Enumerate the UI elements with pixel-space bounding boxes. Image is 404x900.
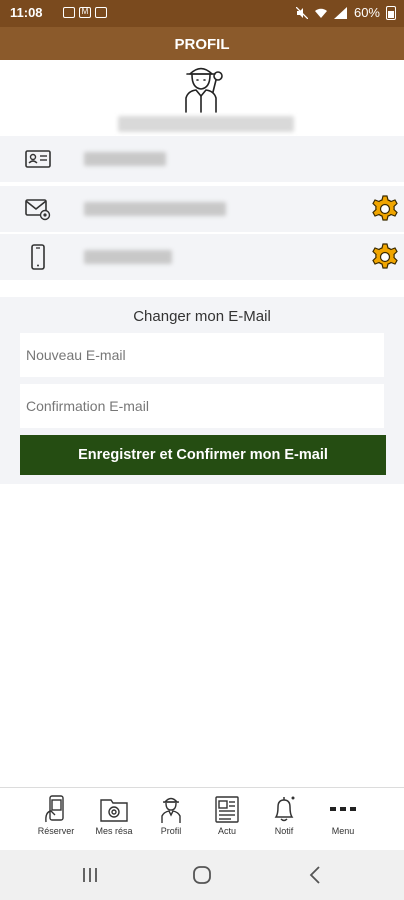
email-settings-gear-icon[interactable] <box>370 194 400 224</box>
recent-apps-icon[interactable] <box>75 864 105 886</box>
mute-icon <box>295 6 308 19</box>
nav-label-profil: Profil <box>160 826 182 836</box>
email-value <box>84 202 226 216</box>
notification-icons: M <box>63 7 107 18</box>
nav-label-reserver: Réserver <box>37 826 75 836</box>
app-icon <box>95 7 107 18</box>
reservations-icon <box>100 799 128 822</box>
phone-booking-icon <box>45 795 64 823</box>
more-dots-icon <box>330 807 356 811</box>
system-nav-bar <box>0 850 404 900</box>
id-card-icon <box>25 150 51 168</box>
home-icon[interactable] <box>187 864 217 886</box>
nav-label-actu: Actu <box>217 826 236 836</box>
person-avatar-icon <box>185 67 223 113</box>
phone-settings-gear-icon[interactable] <box>370 242 400 272</box>
new-email-input[interactable] <box>20 333 384 377</box>
nav-label-notif: Notif <box>274 826 294 836</box>
page-title: PROFIL <box>0 27 404 60</box>
battery-icon <box>386 5 396 20</box>
change-email-panel: Changer mon E-Mail Enregistrer et Confir… <box>0 297 404 484</box>
change-email-title: Changer mon E-Mail <box>133 308 271 325</box>
battery-percent: 60% <box>353 5 380 20</box>
back-icon[interactable] <box>300 864 330 886</box>
bell-icon <box>274 796 295 822</box>
status-time: 11:08 <box>10 5 43 20</box>
nav-item-mes-resa[interactable]: Mes résa <box>86 794 142 846</box>
nav-label-mes-resa: Mes résa <box>95 826 133 836</box>
info-row-id <box>0 136 404 182</box>
nav-item-notif[interactable]: Notif <box>256 794 312 846</box>
nav-item-profil[interactable]: Profil <box>143 794 199 846</box>
system-status: 60% <box>295 5 396 20</box>
newspaper-icon <box>215 796 239 823</box>
gallery-icon <box>63 7 75 18</box>
nav-item-menu[interactable]: Menu <box>315 794 371 846</box>
profile-icon <box>161 797 181 823</box>
mail-icon: M <box>79 7 91 18</box>
wifi-icon <box>314 8 327 18</box>
save-confirm-email-button[interactable]: Enregistrer et Confirmer mon E-mail <box>20 435 386 475</box>
phone-value <box>84 250 172 264</box>
email-icon <box>25 199 51 221</box>
nav-item-actu[interactable]: Actu <box>199 794 255 846</box>
confirm-email-input[interactable] <box>20 384 384 428</box>
info-row-email <box>0 186 404 232</box>
id-value <box>84 152 166 166</box>
signal-icon <box>333 6 347 19</box>
status-bar: 11:08 M 60% <box>0 0 404 27</box>
nav-label-menu: Menu <box>331 826 355 836</box>
username-text <box>118 116 294 132</box>
bottom-nav: Réserver Mes résa Profil Actu Notif Menu <box>0 787 404 850</box>
phone-icon <box>31 244 45 270</box>
nav-item-reserver[interactable]: Réserver <box>28 794 84 846</box>
info-row-phone <box>0 234 404 280</box>
